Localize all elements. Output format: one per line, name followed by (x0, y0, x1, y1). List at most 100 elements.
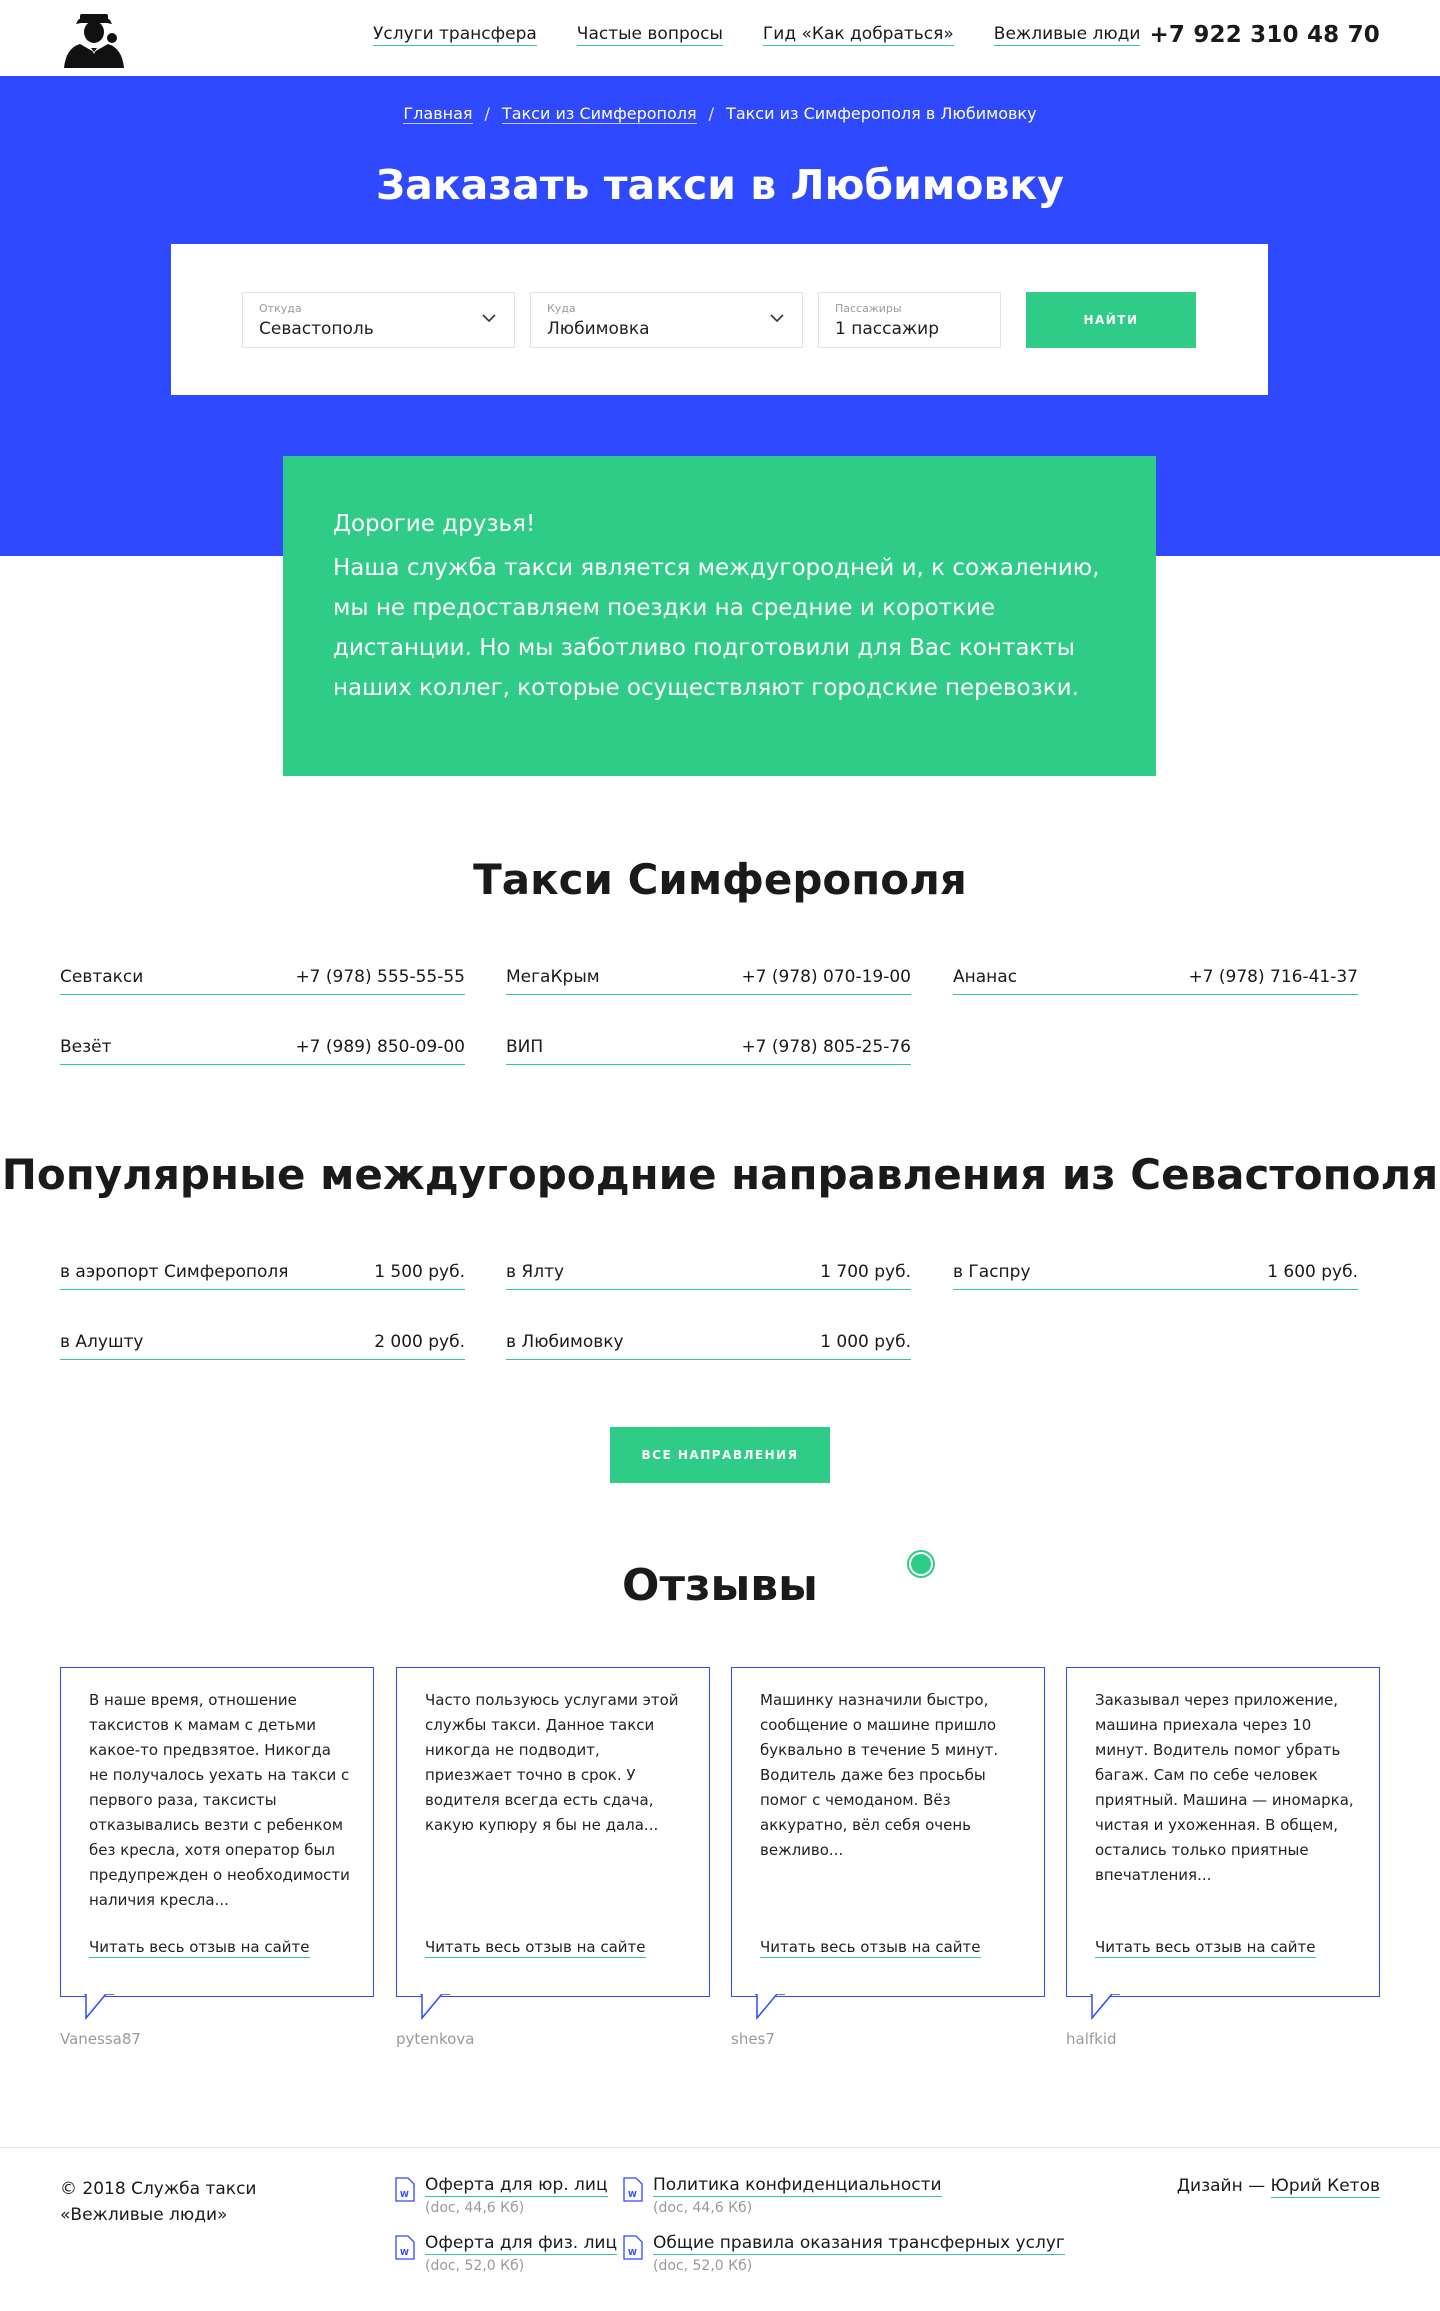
to-label: Куда (547, 302, 576, 315)
doc-size: (doc, 52,0 Кб) (653, 2258, 753, 2274)
design-prefix: Дизайн — (1176, 2176, 1266, 2196)
design-credit: Дизайн — Юрий Кетов (1176, 2176, 1380, 2198)
reviews-section-title: Отзывы (622, 1560, 818, 1611)
taxi-phone: +7 (978) 555-55-55 (295, 967, 465, 987)
route-name: в Любимовку (506, 1332, 624, 1352)
review-read-more-link[interactable]: Читать весь отзыв на сайте (760, 1938, 981, 1958)
route-price: 1 700 руб. (820, 1262, 911, 1282)
review-read-more-link[interactable]: Читать весь отзыв на сайте (425, 1938, 646, 1958)
review-read-more-link[interactable]: Читать весь отзыв на сайте (89, 1938, 310, 1958)
word-doc-icon: W (623, 2177, 643, 2202)
svg-text:W: W (628, 2190, 637, 2199)
route-item[interactable]: в Ялту 1 700 руб. (506, 1262, 911, 1290)
review-text: Часто пользуюсь услугами этой службы так… (425, 1691, 679, 1834)
review-author: pytenkova (396, 2030, 475, 2048)
notice-greeting: Дорогие друзья! (333, 511, 536, 537)
doc-name: Оферта для физ. лиц (425, 2233, 618, 2255)
taxi-item[interactable]: ВИП +7 (978) 805-25-76 (506, 1037, 911, 1065)
nav-polite-people[interactable]: Вежливые люди (993, 24, 1141, 46)
taxi-item[interactable]: Ананас +7 (978) 716-41-37 (953, 967, 1358, 995)
notice-card: Дорогие друзья! Наша служба такси являет… (283, 456, 1156, 776)
review-author: Vanessa87 (60, 2030, 141, 2048)
doc-name: Общие правила оказания трансферных услуг (653, 2233, 1065, 2255)
passengers-value: 1 пассажир (835, 319, 940, 339)
header-phone[interactable]: +7 922 310 48 70 (1149, 22, 1380, 48)
route-name: в аэропорт Симферополя (60, 1262, 289, 1282)
speech-tail-icon (84, 1994, 114, 2020)
review-card: Часто пользуюсь услугами этой службы так… (396, 1667, 710, 1997)
breadcrumb: Главная / Такси из Симферополя / Такси из Си… (0, 104, 1440, 124)
taxi-name: Везёт (60, 1037, 112, 1057)
route-item[interactable]: в аэропорт Симферополя 1 500 руб. (60, 1262, 465, 1290)
all-routes-button[interactable]: все направления (610, 1427, 830, 1483)
route-price: 1 600 руб. (1267, 1262, 1358, 1282)
review-read-more-link[interactable]: Читать весь отзыв на сайте (1095, 1938, 1316, 1958)
taxi-item[interactable]: МегаКрым +7 (978) 070-19-00 (506, 967, 911, 995)
route-item[interactable]: в Любимовку 1 000 руб. (506, 1332, 911, 1360)
routes-section-title: Популярные междугородние направления из … (1, 1150, 1439, 1199)
review-author: halfkid (1066, 2030, 1117, 2048)
copyright: © 2018 Служба такси «Вежливые люди» (60, 2179, 257, 2225)
taxi-name: Ананас (953, 967, 1018, 987)
chevron-down-icon (482, 314, 496, 323)
chevron-down-icon (770, 314, 784, 323)
main-nav: Услуги трансфера Частые вопросы Гид «Как… (373, 24, 1141, 46)
breadcrumb-separator: / (484, 104, 490, 123)
word-doc-icon: W (623, 2235, 643, 2260)
nav-transfer-services[interactable]: Услуги трансфера (373, 24, 537, 46)
taxi-phone: +7 (978) 805-25-76 (741, 1037, 911, 1057)
from-value: Севастополь (259, 319, 374, 339)
doc-name: Оферта для юр. лиц (425, 2175, 608, 2197)
passengers-label: Пассажиры (835, 302, 902, 315)
search-submit-button[interactable]: Найти (1026, 292, 1196, 348)
review-author: shes7 (731, 2030, 775, 2048)
taxi-phone: +7 (989) 850-09-00 (295, 1037, 465, 1057)
site-footer: © 2018 Служба такси «Вежливые люди» W Оф… (0, 2147, 1440, 2311)
taxi-name: МегаКрым (506, 967, 600, 987)
nav-faq[interactable]: Частые вопросы (576, 24, 723, 46)
speech-tail-icon (1090, 1994, 1120, 2020)
taxi-section-title: Такси Симферополя (473, 855, 967, 904)
speech-tail-icon (755, 1994, 785, 2020)
designer-link[interactable]: Юрий Кетов (1270, 2176, 1380, 2198)
breadcrumb-home[interactable]: Главная (403, 104, 473, 124)
breadcrumb-separator: / (708, 104, 715, 123)
doc-size: (doc, 44,6 Кб) (425, 2200, 525, 2216)
taxi-name: ВИП (506, 1037, 544, 1057)
review-text: Машинку назначили быстро, сообщение о ма… (760, 1691, 999, 1859)
review-card: Заказывал через приложение, машина приех… (1066, 1667, 1380, 1997)
route-item[interactable]: в Гаспру 1 600 руб. (953, 1262, 1358, 1290)
svg-text:W: W (400, 2190, 409, 2199)
taxi-phone: +7 (978) 070-19-00 (741, 967, 911, 987)
doc-size: (doc, 44,6 Кб) (653, 2200, 753, 2216)
word-doc-icon: W (395, 2177, 415, 2202)
svg-text:W: W (400, 2248, 409, 2257)
to-value: Любимовка (547, 319, 650, 339)
review-text: В наше время, отношение таксистов к мама… (89, 1691, 350, 1909)
to-select[interactable]: Куда Любимовка (530, 292, 803, 348)
route-name: в Ялту (506, 1262, 565, 1282)
review-card: В наше время, отношение таксистов к мама… (60, 1667, 374, 1997)
notice-text: Наша служба такси является междугородней… (333, 555, 1100, 701)
review-text: Заказывал через приложение, машина приех… (1095, 1691, 1354, 1884)
search-form: Откуда Севастополь Куда Любимовка Пассаж… (171, 244, 1268, 395)
speech-tail-icon (420, 1994, 450, 2020)
passengers-field[interactable]: Пассажиры 1 пассажир (818, 292, 1001, 348)
word-doc-icon: W (395, 2235, 415, 2260)
nav-guide[interactable]: Гид «Как добраться» (762, 24, 954, 46)
route-item[interactable]: в Алушту 2 000 руб. (60, 1332, 465, 1360)
from-select[interactable]: Откуда Севастополь (242, 292, 515, 348)
from-label: Откуда (259, 302, 302, 315)
taxi-item[interactable]: Везёт +7 (989) 850-09-00 (60, 1037, 465, 1065)
breadcrumb-section[interactable]: Такси из Симферополя (501, 104, 697, 124)
gentleman-logo-icon[interactable] (60, 8, 128, 68)
taxi-item[interactable]: Севтакси +7 (978) 555-55-55 (60, 967, 465, 995)
route-name: в Алушту (60, 1332, 144, 1352)
site-header: Услуги трансфера Частые вопросы Гид «Как… (0, 0, 1440, 76)
taxi-phone: +7 (978) 716-41-37 (1188, 967, 1358, 987)
breadcrumb-current: Такси из Симферополя в Любимовку (726, 104, 1037, 123)
doc-name: Политика конфиденциальности (653, 2175, 942, 2197)
page-title: Заказать такси в Любимовку (376, 161, 1064, 209)
route-price: 1 000 руб. (820, 1332, 911, 1352)
route-price: 1 500 руб. (374, 1262, 465, 1282)
